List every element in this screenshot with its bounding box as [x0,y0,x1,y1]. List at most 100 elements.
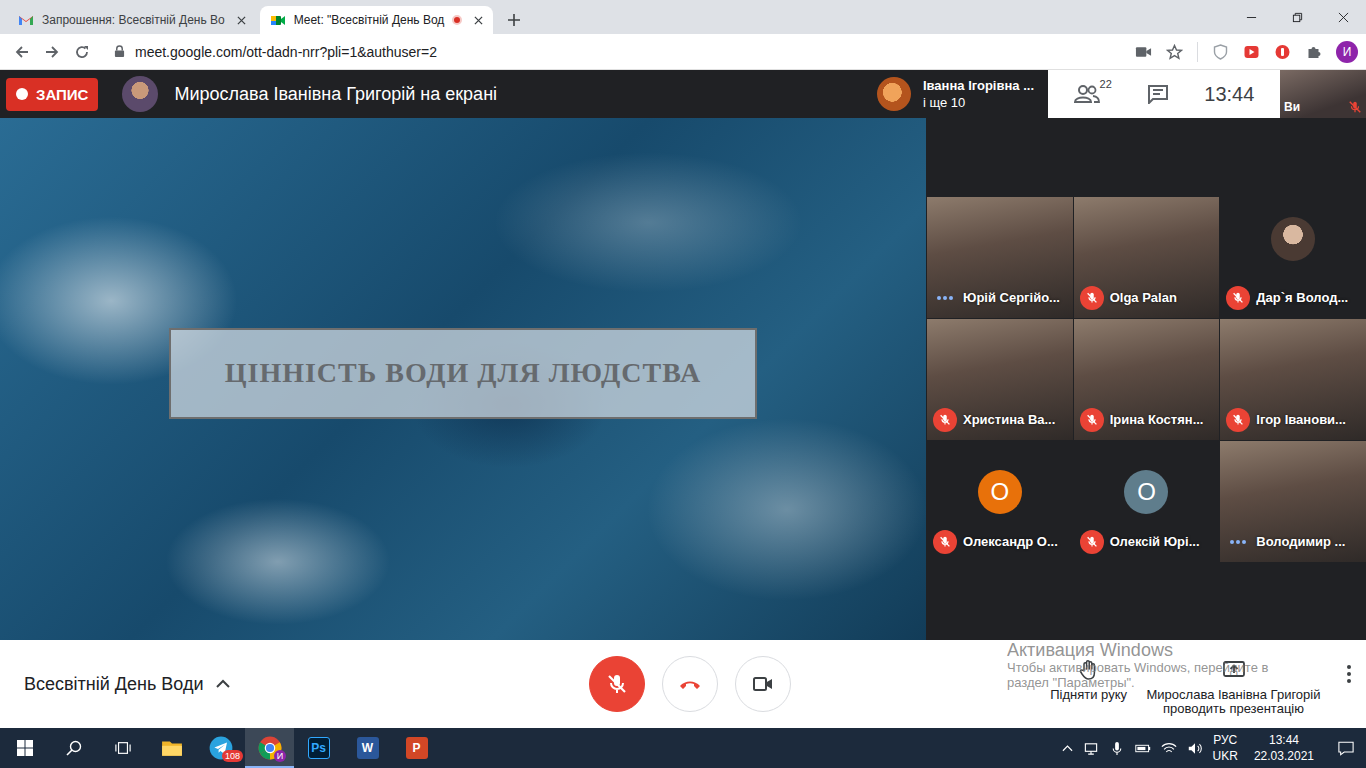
explorer-taskbar-button[interactable] [147,728,196,768]
volume-icon[interactable] [1187,741,1203,756]
presentation-status-button[interactable]: Мирослава Іванівна Григорій проводить пр… [1141,658,1326,716]
audio-level-icon [933,286,957,310]
wifi-icon[interactable] [1161,741,1177,756]
recording-badge: ЗАПИС [6,78,98,111]
restore-icon [1292,12,1303,23]
more-options-icon[interactable] [1346,664,1352,684]
taskview-taskbar-button[interactable] [98,728,147,768]
participant-name: Юрій Сергійо... [963,290,1060,305]
participant-tile[interactable]: ООлександр О... [927,441,1073,562]
screen: Запрошення: Всесвітній День Во Meet: "Все… [0,0,1366,768]
camera-button[interactable] [735,656,791,712]
present-screen-icon [1222,658,1246,682]
participant-avatar: О [1124,470,1168,514]
profile-avatar[interactable]: И [1336,41,1358,63]
presenting-note: Мирослава Іванівна Григорій проводить пр… [1141,688,1326,716]
video-extension-icon[interactable] [1243,44,1260,60]
meet-app: ЗАПИС Мирослава Іванівна Григорій на екра… [0,70,1366,728]
back-icon[interactable] [14,44,30,60]
lock-icon[interactable] [114,45,125,58]
participant-tile[interactable]: Володимир ... [1220,441,1366,562]
participants-button[interactable]: 22 [1074,84,1112,104]
telegram-taskbar-button[interactable]: 108 [196,728,245,768]
meet-stage: ЦІННІСТЬ ВОДИ ДЛЯ ЛЮДСТВА Юрій Сергійо...… [0,118,1366,640]
word-taskbar-button[interactable]: W [343,728,392,768]
hand-icon [1077,658,1101,682]
adblock-extension-icon[interactable] [1274,44,1291,60]
microphone-tray-icon[interactable] [1109,741,1125,756]
participant-tile[interactable]: Ірина Костян... [1074,319,1220,440]
presentation-view: ЦІННІСТЬ ВОДИ ДЛЯ ЛЮДСТВА [0,118,926,640]
mic-off-icon [1226,286,1250,310]
gmail-icon [18,12,34,28]
mic-off-icon [1226,408,1250,432]
watermark-line: раздел "Параметры". [1007,675,1268,690]
minimize-icon [1246,12,1257,23]
extensions-puzzle-icon[interactable] [1305,44,1322,60]
participants-count: 22 [1100,78,1112,90]
restore-button[interactable] [1274,0,1320,34]
participant-tile[interactable]: Дар`я Волод... [1220,197,1366,318]
search-taskbar-button[interactable] [49,728,98,768]
reload-icon[interactable] [74,44,90,60]
chat-icon[interactable] [1147,84,1169,104]
forward-icon[interactable] [44,44,60,60]
participant-tile[interactable]: О Олексій Юрі... [1074,441,1220,562]
show-hidden-icons-icon[interactable] [1062,744,1073,752]
powerpoint-taskbar-button[interactable]: P [392,728,441,768]
participant-avatar [1271,217,1315,261]
participant-name: Ігор Іванови... [1256,412,1346,427]
speaker-name: Іванна Ігорівна ... [923,77,1034,94]
minimize-button[interactable] [1228,0,1274,34]
url-field[interactable]: meet.google.com/ott-dadn-nrr?pli=1&authu… [104,44,1121,60]
mic-button[interactable] [589,656,645,712]
input-language[interactable]: РУСUKR [1213,732,1238,764]
meeting-details-button[interactable]: Всесвітній День Води [24,674,589,695]
mic-off-icon [1348,100,1362,114]
microphone-icon [605,672,629,696]
presenter-banner: Мирослава Іванівна Григорій на екрані [174,84,497,105]
self-label: Ви [1284,100,1300,114]
photoshop-taskbar-button[interactable]: Ps [294,728,343,768]
participant-tile[interactable]: Христина Ва... [927,319,1073,440]
task-view-icon [115,740,131,756]
chrome-taskbar-button[interactable]: И [245,728,294,768]
participant-tile[interactable]: Olga Palan [1074,197,1220,318]
hang-up-icon [678,672,702,696]
hangup-button[interactable] [662,656,718,712]
participant-avatar: О [978,470,1022,514]
camera-icon [751,672,775,696]
participant-name: Olga Palan [1110,290,1177,305]
tab-title: Запрошення: Всесвітній День Во [42,13,225,27]
participant-name: Олексій Юрі... [1110,534,1200,549]
mic-off-icon [1080,408,1104,432]
network-adapter-icon[interactable] [1083,741,1099,756]
new-tab-icon[interactable] [507,13,521,27]
browser-tab[interactable]: Запрошення: Всесвітній День Во [8,6,256,34]
participant-name: Ірина Костян... [1110,412,1204,427]
close-window-button[interactable] [1320,0,1366,34]
raise-hand-button[interactable]: Підняти руку [1050,658,1127,702]
camera-blocked-icon[interactable] [1135,44,1152,60]
clock[interactable]: 13:4422.03.2021 [1254,732,1314,764]
browser-tab[interactable]: Meet: "Всесвітній День Вод [260,6,494,34]
close-tab-icon[interactable] [474,16,483,25]
participant-tile[interactable]: Ігор Іванови... [1220,319,1366,440]
tab-title: Meet: "Всесвітній День Вод [294,13,445,27]
battery-icon[interactable] [1135,741,1151,756]
shield-extension-icon[interactable] [1212,44,1229,60]
audio-level-icon [1226,530,1250,554]
close-tab-icon[interactable] [237,16,246,25]
slide-title: ЦІННІСТЬ ВОДИ ДЛЯ ЛЮДСТВА [169,328,757,419]
address-bar: meet.google.com/ott-dadn-nrr?pli=1&authu… [0,34,1366,70]
start-taskbar-button[interactable] [0,728,49,768]
self-tile: Ви [1280,70,1366,118]
bookmark-star-icon[interactable] [1166,44,1183,60]
chevron-up-icon [216,679,230,689]
windows-logo-icon [17,740,33,756]
notifications-icon[interactable] [1338,741,1354,756]
speaker-more: і ще 10 [923,94,1034,111]
meet-controls-bar: Всесвітній День Води Підняти руку Мирослав… [0,640,1366,728]
participant-tile[interactable]: Юрій Сергійо... [927,197,1073,318]
raise-hand-label: Підняти руку [1050,688,1127,702]
